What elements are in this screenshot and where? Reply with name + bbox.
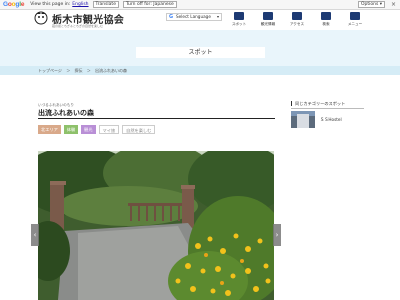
nav-access-label: アクセス: [289, 22, 305, 26]
sidebar-divider: [291, 108, 364, 109]
tag-my-trip[interactable]: マイ旅: [98, 125, 120, 134]
translate-prompt: View this page in:: [30, 2, 71, 7]
nav-search-label: 検索: [322, 22, 330, 26]
spot-photo: [38, 151, 274, 300]
breadcrumb-home[interactable]: トップページ: [38, 68, 62, 73]
nav-access[interactable]: アクセス: [284, 10, 310, 30]
nav-search[interactable]: 検索: [313, 10, 339, 30]
turn-off-button[interactable]: Turn off for: Japanese: [122, 1, 177, 8]
google-g-icon: G: [169, 14, 174, 20]
language-link[interactable]: English: [72, 2, 88, 7]
search-icon: [321, 12, 331, 20]
nav-menu[interactable]: メニュー: [342, 10, 368, 30]
nav-menu-label: メニュー: [347, 22, 363, 26]
breadcrumb-current: 出流ふれあいの森: [95, 68, 128, 73]
related-spots-heading: 同じカテゴリーのスポット: [291, 101, 364, 106]
page-title: スポット: [136, 47, 265, 58]
language-select[interactable]: G Select Language ▾: [166, 13, 222, 21]
hostel-thumbnail: [291, 111, 315, 128]
slider-prev-button[interactable]: ‹: [31, 224, 39, 246]
options-button[interactable]: Options ▾: [357, 1, 385, 8]
slider-next-button[interactable]: ›: [273, 224, 281, 246]
bus-icon: [292, 12, 302, 20]
title-divider: [38, 118, 275, 119]
breadcrumb-separator: ＞: [66, 68, 71, 73]
info-icon: [263, 12, 273, 20]
google-logo: Google: [3, 1, 25, 8]
breadcrumb: トップページ ＞ 探伝 ＞ 出流ふれあいの森: [0, 66, 400, 75]
translate-button[interactable]: Translate: [92, 1, 119, 8]
nav-info-label: 観光情報: [260, 22, 276, 26]
article-title: 出流ふれあいの森: [38, 109, 94, 117]
mascot-logo-icon[interactable]: [34, 11, 48, 25]
tag-experience[interactable]: 体験: [63, 125, 79, 134]
chevron-down-icon: ▾: [216, 14, 219, 19]
tag-area[interactable]: 北エリア: [38, 125, 61, 134]
nav-info[interactable]: 観光情報: [255, 10, 281, 30]
google-translate-bar: Google View this page in: English Transl…: [0, 0, 400, 10]
menu-icon: [350, 12, 360, 20]
breadcrumb-separator: ＞: [86, 68, 91, 73]
spot-icon: [234, 12, 244, 20]
close-icon[interactable]: ×: [390, 1, 397, 8]
related-spot-label: ＳＳHostel: [320, 116, 342, 122]
related-spot-card[interactable]: ＳＳHostel: [291, 111, 364, 128]
breadcrumb-category[interactable]: 探伝: [74, 68, 82, 73]
nav-spot-label: スポット: [231, 22, 247, 26]
site-subtitle: 蔵の街とちぎ＆とちぎの自然を楽しむ: [52, 24, 104, 28]
tag-nature[interactable]: 自然を楽しむ: [122, 125, 156, 134]
tag-list: 北エリア 体験 観光 マイ旅 自然を楽しむ: [38, 125, 158, 134]
nav-spot[interactable]: スポット: [226, 10, 252, 30]
tag-sightseeing[interactable]: 観光: [81, 125, 96, 134]
language-select-label: Select Language: [176, 14, 211, 19]
